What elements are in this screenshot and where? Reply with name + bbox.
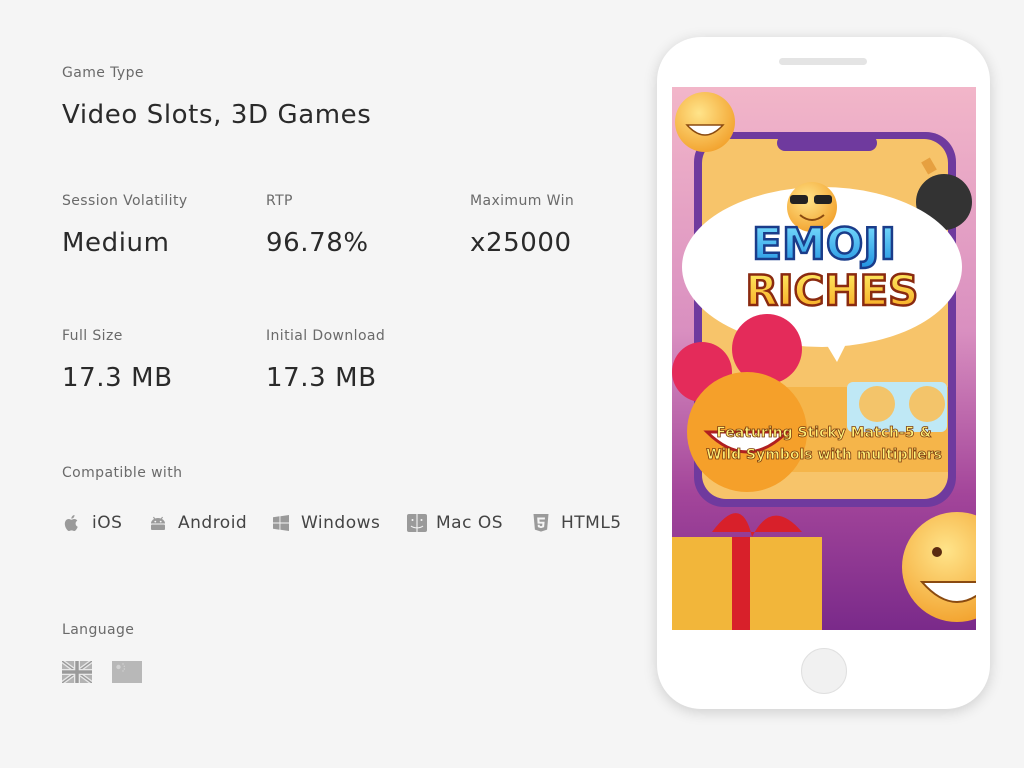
rtp-label: RTP [266,193,293,209]
rtp-value: 96.78% [266,228,369,258]
html5-icon [531,513,551,533]
promo-title-line1: EMOJI [752,219,896,270]
game-promo-image: EMOJI RICHES Featuring Sticky Match-5 & … [672,87,976,630]
platform-ios: iOS [62,510,122,536]
promo-title-line2: RICHES [746,266,919,315]
volatility-value: Medium [62,228,170,258]
platform-macos-label: Mac OS [436,513,504,533]
platform-android-label: Android [178,513,248,533]
finder-icon [406,513,427,533]
max-win-value: x25000 [470,228,572,258]
full-size-label: Full Size [62,328,123,344]
platform-html5-label: HTML5 [561,513,622,533]
platform-ios-label: iOS [92,513,123,533]
windows-icon [271,513,291,533]
platform-html5: HTML5 [531,510,622,536]
uk-flag-icon[interactable] [60,659,94,685]
phone-mockup: EMOJI RICHES Featuring Sticky Match-5 & … [657,37,990,709]
promo-tagline-line2: Wild Symbols with multipliers [706,447,942,463]
compatible-label: Compatible with [62,465,183,481]
phone-speaker [779,58,867,65]
phone-home-button [801,648,847,694]
platform-windows: Windows [271,510,380,536]
promo-tagline-line1: Featuring Sticky Match-5 & [716,425,931,441]
platform-android: Android [148,510,247,536]
full-size-value: 17.3 MB [62,363,173,393]
platform-macos: Mac OS [406,510,503,536]
volatility-label: Session Volatility [62,193,188,209]
language-label: Language [62,622,135,638]
platform-windows-label: Windows [301,513,381,533]
android-icon [148,513,168,533]
initial-download-value: 17.3 MB [266,363,377,393]
max-win-label: Maximum Win [470,193,575,209]
china-flag-icon[interactable] [112,661,142,683]
apple-icon [62,513,82,533]
game-type-label: Game Type [62,65,144,81]
initial-download-label: Initial Download [266,328,386,344]
game-type-value: Video Slots, 3D Games [62,100,372,130]
